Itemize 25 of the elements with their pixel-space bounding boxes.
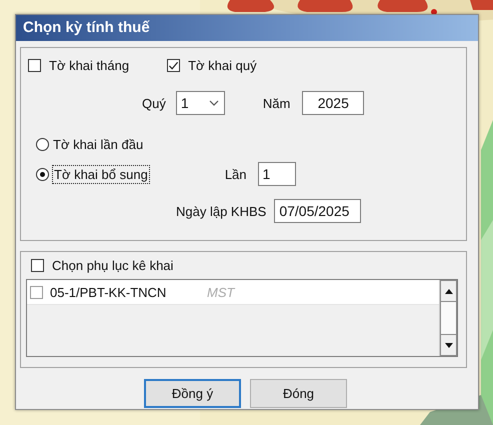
scroll-down-button[interactable] <box>440 334 457 356</box>
triangle-down-icon <box>444 342 452 348</box>
declaration-radio[interactable]: Tờ khai lần đầu <box>36 136 144 152</box>
year-label: Năm <box>262 96 290 110</box>
date-field[interactable]: 07/05/2025 <box>274 199 362 223</box>
appendix-list-item[interactable]: 05-1/PBT-KK-TNCN MST <box>27 280 439 305</box>
quarter-label: Quý <box>142 96 166 110</box>
triangle-up-icon <box>444 288 452 294</box>
quarter-dropdown[interactable]: 1 <box>176 91 225 115</box>
period-checkbox[interactable]: Tờ khai quý <box>167 58 257 72</box>
item-checkbox[interactable] <box>30 286 43 298</box>
scrollbar[interactable] <box>439 280 457 356</box>
dialog-button[interactable]: Đóng <box>250 379 347 408</box>
date-label: Ngày lập KHBS <box>176 204 266 218</box>
declaration-radio[interactable]: Tờ khai bổ sung <box>36 166 149 182</box>
check-icon <box>168 60 180 70</box>
period-checkbox[interactable]: Tờ khai tháng <box>28 58 130 72</box>
dialog-button[interactable]: Đồng ý <box>144 379 241 408</box>
revision-label: Lần <box>224 166 247 182</box>
scroll-up-button[interactable] <box>440 280 457 302</box>
revision-field[interactable]: 1 <box>258 162 296 186</box>
window-title: Chọn kỳ tính thuế <box>16 15 478 41</box>
appendix-checkbox[interactable]: Chọn phụ lục kê khai <box>31 258 458 273</box>
year-field[interactable]: 2025 <box>302 91 364 115</box>
chevron-down-icon <box>208 100 219 106</box>
